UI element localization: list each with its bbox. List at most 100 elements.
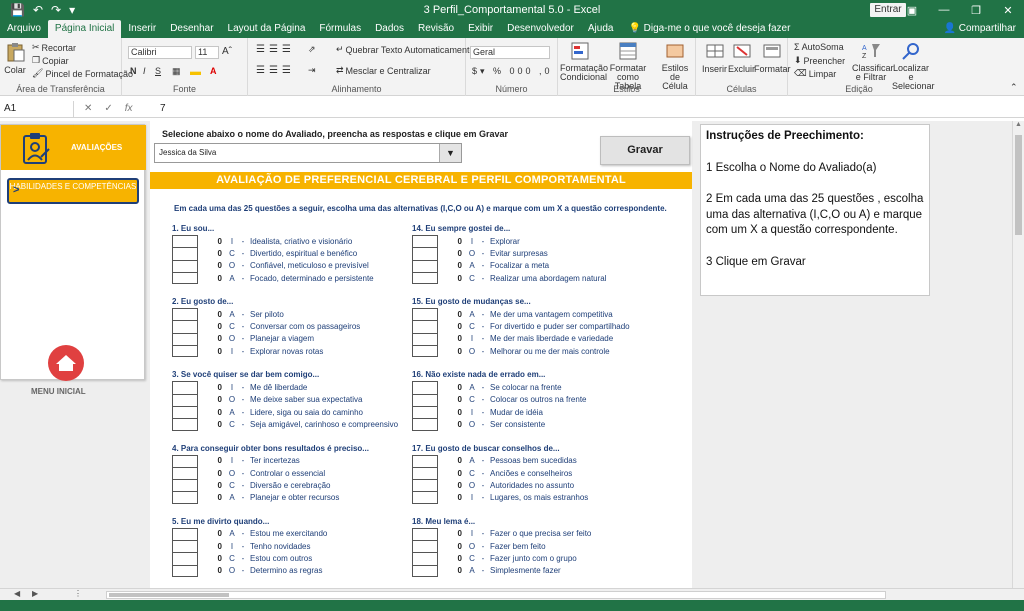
evaluee-select[interactable]: Jessica da Silva ▼ — [154, 143, 462, 163]
avaliacoes-button[interactable]: AVALIAÇÕES — [1, 125, 146, 170]
answer-cell[interactable] — [172, 320, 198, 333]
font-color-icon[interactable]: A — [210, 66, 217, 76]
delete-cells-button[interactable]: Excluir — [728, 41, 755, 74]
tab-inserir[interactable]: Inserir — [121, 20, 163, 38]
fx-icon[interactable]: fx — [125, 103, 133, 114]
tab-dados[interactable]: Dados — [368, 20, 411, 38]
horizontal-scrollbar[interactable] — [106, 591, 886, 599]
horizontal-scroll-thumb[interactable] — [109, 593, 229, 597]
answer-cell[interactable] — [412, 466, 438, 480]
tab-arquivo[interactable]: Arquivo — [0, 20, 48, 38]
autosum-button[interactable]: Σ AutoSoma — [794, 42, 844, 52]
vertical-scroll-thumb[interactable] — [1015, 135, 1022, 235]
underline-button[interactable]: S — [155, 66, 161, 76]
minimize-icon[interactable]: — — [928, 0, 960, 20]
answer-cell[interactable] — [412, 247, 438, 260]
number-format-select[interactable]: Geral — [470, 46, 550, 59]
answer-cell[interactable] — [412, 393, 438, 406]
answer-cell[interactable] — [172, 527, 198, 541]
answer-cell[interactable] — [172, 491, 198, 504]
tab-desenhar[interactable]: Desenhar — [163, 20, 220, 38]
clear-button[interactable]: ⌫ Limpar — [794, 68, 836, 79]
answer-cell[interactable] — [172, 332, 198, 346]
orientation-icon[interactable]: ⇗ — [308, 44, 316, 55]
answer-cell[interactable] — [412, 418, 438, 431]
answer-cell[interactable] — [412, 552, 438, 565]
fill-button[interactable]: ⬇ Preencher — [794, 55, 845, 66]
answer-cell[interactable] — [172, 405, 198, 419]
answer-cell[interactable] — [172, 454, 198, 467]
answer-cell[interactable] — [412, 564, 438, 577]
tab-revisao[interactable]: Revisão — [411, 20, 461, 38]
answer-cell[interactable] — [172, 393, 198, 406]
cancel-icon[interactable]: ✕ — [84, 103, 92, 114]
vertical-align-icons[interactable]: ☰☰☰ — [256, 44, 295, 55]
font-name-select[interactable]: Calibri — [128, 46, 192, 59]
answer-cell[interactable] — [412, 527, 438, 541]
tab-pagina-inicial[interactable]: Página Inicial — [47, 20, 122, 38]
horizontal-align-icons[interactable]: ☰☰☰ — [256, 65, 295, 76]
wrap-text-button[interactable]: ↵ Quebrar Texto Automaticamente — [336, 44, 474, 55]
prev-sheet-icon[interactable]: ◀ — [14, 589, 20, 598]
insert-cells-button[interactable]: Inserir — [702, 41, 727, 74]
answer-cell[interactable] — [412, 308, 438, 321]
customize-icon[interactable]: ▾ — [69, 3, 75, 17]
undo-icon[interactable]: ↶ — [33, 3, 43, 17]
format-painter-button[interactable]: 🖌 Pincel de Formatação — [32, 68, 133, 79]
share-button[interactable]: 👤 Compartilhar — [944, 20, 1016, 38]
redo-icon[interactable]: ↷ — [51, 3, 61, 17]
conditional-format-button[interactable]: Formatação Condicional — [560, 41, 608, 82]
bold-button[interactable]: N — [130, 66, 137, 76]
cut-button[interactable]: ✂ Recortar — [32, 42, 76, 53]
font-size-select[interactable]: 11 — [195, 46, 219, 59]
answer-cell[interactable] — [172, 552, 198, 565]
formula-input[interactable]: 7 — [154, 103, 166, 114]
tell-me-search[interactable]: 💡 Diga-me o que você deseja fazer — [620, 20, 790, 38]
italic-button[interactable]: I — [143, 66, 146, 76]
answer-cell[interactable] — [172, 479, 198, 492]
save-icon[interactable]: 💾 — [10, 3, 25, 17]
answer-cell[interactable] — [412, 271, 438, 285]
number-format-icons[interactable]: $▾ % 000 ,0 — [472, 66, 553, 77]
ribbon-options-icon[interactable]: ▣ — [896, 0, 928, 20]
vertical-scrollbar[interactable]: ▲ — [1012, 121, 1024, 588]
answer-cell[interactable] — [412, 332, 438, 346]
answer-cell[interactable] — [412, 479, 438, 492]
answer-cell[interactable] — [412, 405, 438, 419]
answer-cell[interactable] — [412, 235, 438, 248]
collapse-ribbon-icon[interactable]: ⌃ — [1010, 82, 1018, 93]
answer-cell[interactable] — [172, 540, 198, 553]
answer-cell[interactable] — [172, 259, 198, 272]
sheet-options-icon[interactable]: ⋮ — [74, 589, 82, 598]
grow-font-button[interactable]: Aˆ — [222, 46, 232, 57]
answer-cell[interactable] — [412, 345, 438, 358]
answer-cell[interactable] — [172, 564, 198, 577]
name-box[interactable]: A1 — [0, 100, 74, 117]
tab-layout[interactable]: Layout da Página — [221, 20, 313, 38]
fill-color-icon[interactable]: ▬ — [190, 66, 201, 78]
close-icon[interactable]: ✕ — [992, 0, 1024, 20]
indent-icon[interactable]: ⇥ — [308, 65, 316, 76]
borders-icon[interactable]: ▦ — [172, 66, 181, 77]
answer-cell[interactable] — [172, 247, 198, 260]
home-button[interactable] — [48, 345, 84, 381]
tab-desenvolvedor[interactable]: Desenvolvedor — [500, 20, 581, 38]
tab-ajuda[interactable]: Ajuda — [581, 20, 621, 38]
answer-cell[interactable] — [412, 540, 438, 553]
next-sheet-icon[interactable]: ▶ — [32, 589, 38, 598]
habilidades-button[interactable]: > HABILIDADES E COMPETÊNCIAS — [7, 178, 139, 204]
tab-exibir[interactable]: Exibir — [461, 20, 500, 38]
dropdown-arrow-icon[interactable]: ▼ — [439, 144, 461, 162]
format-cells-button[interactable]: Formatar — [754, 41, 791, 74]
sort-filter-button[interactable]: AZ Classificar e Filtrar — [852, 41, 894, 82]
answer-cell[interactable] — [172, 271, 198, 285]
answer-cell[interactable] — [172, 235, 198, 248]
answer-cell[interactable] — [172, 381, 198, 394]
answer-cell[interactable] — [412, 381, 438, 394]
answer-cell[interactable] — [412, 491, 438, 504]
copy-button[interactable]: ❐ Copiar — [32, 55, 69, 66]
answer-cell[interactable] — [172, 345, 198, 358]
answer-cell[interactable] — [172, 466, 198, 480]
merge-center-button[interactable]: ⇄ Mesclar e Centralizar — [336, 65, 431, 76]
scroll-up-icon[interactable]: ▲ — [1013, 121, 1024, 128]
